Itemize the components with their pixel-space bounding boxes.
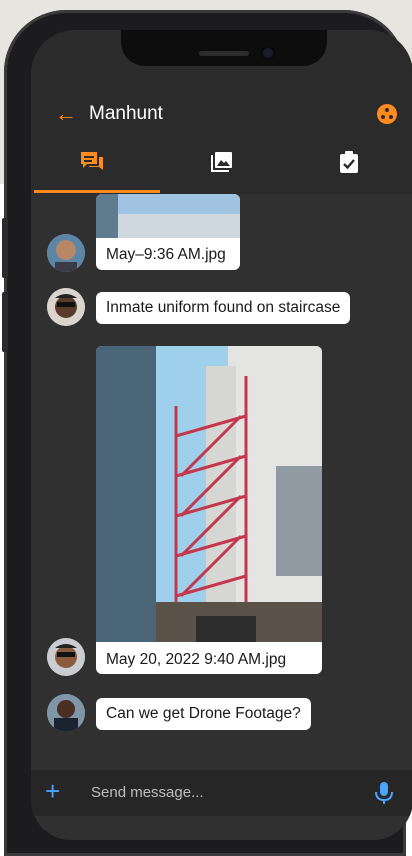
chat-title: Manhunt: [89, 103, 163, 124]
group-dots-icon[interactable]: [377, 104, 397, 124]
image-caption: May 20, 2022 9:40 AM.jpg: [106, 651, 287, 668]
phone-frame: ← Manhunt May–9:36 AM.jpg Inmate uniform…: [2, 10, 412, 856]
image-icon: [211, 152, 232, 172]
phone-screen: ← Manhunt May–9:36 AM.jpg Inmate uniform…: [31, 30, 412, 840]
photo: [96, 346, 322, 642]
avatar[interactable]: [47, 694, 85, 732]
volume-down-button: [2, 292, 8, 352]
image-caption: May–9:36 AM.jpg: [106, 246, 226, 263]
speaker: [199, 51, 249, 56]
text-message[interactable]: Inmate uniform found on staircase: [96, 292, 351, 324]
tab-media[interactable]: [211, 150, 241, 174]
avatar[interactable]: [47, 638, 85, 676]
avatar[interactable]: [47, 288, 85, 326]
avatar[interactable]: [47, 234, 85, 272]
chat-icon: [81, 152, 103, 170]
clipboard-check-icon: [340, 151, 358, 173]
microphone-icon[interactable]: [373, 780, 395, 806]
message-input[interactable]: Send message...: [91, 784, 204, 801]
volume-up-button: [2, 218, 8, 278]
text-message[interactable]: Can we get Drone Footage?: [96, 698, 311, 730]
tab-chat[interactable]: [79, 150, 109, 174]
message-composer: + Send message...: [31, 770, 412, 816]
image-message[interactable]: May–9:36 AM.jpg: [96, 194, 240, 270]
plus-icon[interactable]: +: [45, 778, 60, 804]
front-camera: [263, 48, 273, 58]
tab-tasks[interactable]: [338, 150, 368, 174]
photo: [96, 194, 240, 238]
arrow-left-icon[interactable]: ←: [55, 102, 77, 126]
active-tab-indicator: [34, 190, 160, 193]
notch: [121, 30, 327, 66]
image-message[interactable]: May 20, 2022 9:40 AM.jpg: [96, 346, 322, 674]
